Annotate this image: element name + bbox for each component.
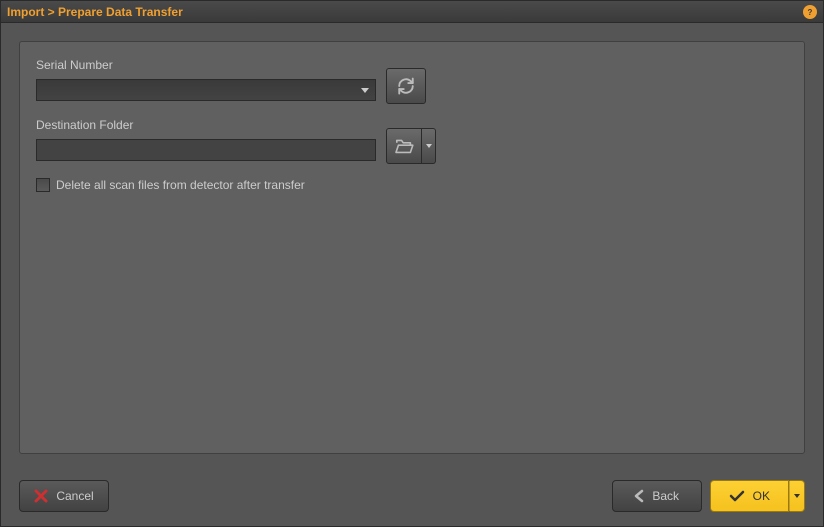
dialog-footer: Cancel Back OK bbox=[1, 472, 823, 526]
ok-button-label: OK bbox=[753, 489, 770, 503]
footer-right-buttons: Back OK bbox=[612, 480, 805, 512]
serial-number-select[interactable] bbox=[36, 79, 376, 101]
back-button-label: Back bbox=[652, 489, 679, 503]
cancel-button-label: Cancel bbox=[56, 489, 93, 503]
chevron-down-icon bbox=[794, 494, 800, 498]
chevron-down-icon bbox=[361, 88, 369, 93]
svg-text:?: ? bbox=[808, 8, 813, 16]
chevron-down-icon bbox=[426, 144, 432, 148]
help-icon[interactable]: ? bbox=[803, 5, 817, 19]
check-icon bbox=[729, 490, 745, 502]
dialog-title: Import > Prepare Data Transfer bbox=[7, 5, 183, 19]
browse-folder-button[interactable] bbox=[386, 128, 422, 164]
delete-files-checkbox[interactable] bbox=[36, 178, 50, 192]
serial-number-row bbox=[36, 76, 788, 104]
content-panel: Serial Number Destination Folder bbox=[19, 41, 805, 454]
cancel-button[interactable]: Cancel bbox=[19, 480, 109, 512]
dialog-window: Import > Prepare Data Transfer ? Serial … bbox=[0, 0, 824, 527]
delete-files-label: Delete all scan files from detector afte… bbox=[56, 178, 305, 192]
destination-folder-row bbox=[36, 136, 788, 164]
content-area: Serial Number Destination Folder bbox=[1, 23, 823, 472]
refresh-button[interactable] bbox=[386, 68, 426, 104]
chevron-left-icon bbox=[634, 489, 644, 503]
browse-folder-button-group bbox=[386, 128, 436, 164]
ok-button-group: OK bbox=[710, 480, 805, 512]
refresh-icon bbox=[397, 77, 415, 95]
back-button[interactable]: Back bbox=[612, 480, 702, 512]
browse-folder-dropdown[interactable] bbox=[422, 128, 436, 164]
delete-checkbox-row: Delete all scan files from detector afte… bbox=[36, 178, 788, 192]
folder-open-icon bbox=[394, 138, 414, 154]
ok-button[interactable]: OK bbox=[710, 480, 789, 512]
close-icon bbox=[34, 489, 48, 503]
titlebar: Import > Prepare Data Transfer ? bbox=[1, 1, 823, 23]
destination-folder-input[interactable] bbox=[36, 139, 376, 161]
ok-button-dropdown[interactable] bbox=[789, 480, 805, 512]
